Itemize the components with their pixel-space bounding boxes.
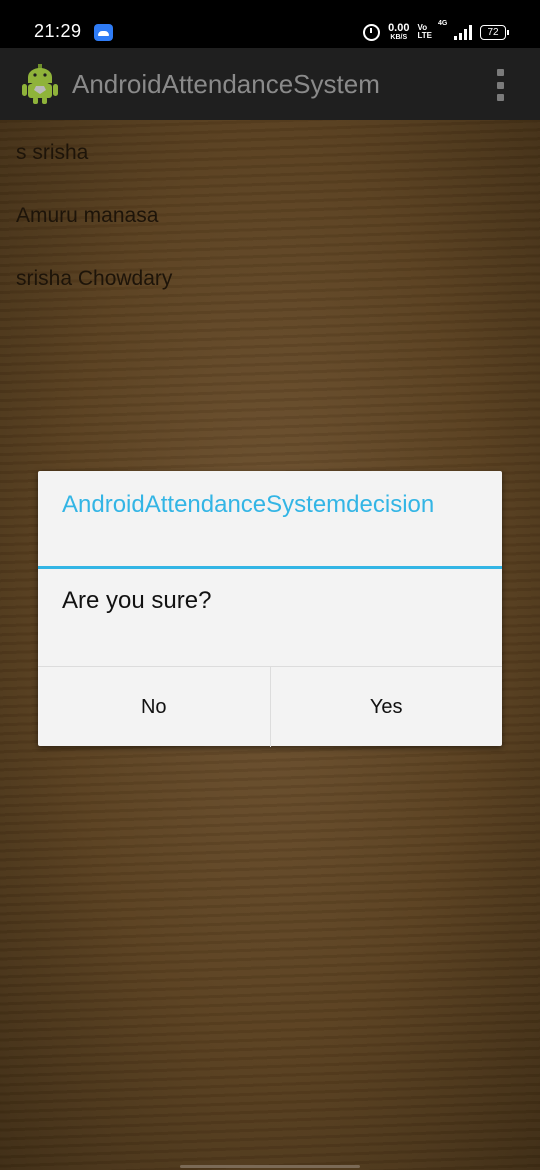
status-bar: 21:29 0.00 KB/S Vo LTE 4G 72	[0, 0, 540, 48]
gesture-handle[interactable]	[180, 1165, 360, 1168]
signal-bar	[459, 33, 462, 40]
network-type: 4G	[438, 20, 448, 27]
menu-dot	[496, 69, 504, 76]
app-notification-icon	[94, 24, 113, 41]
volte-bottom: LTE	[417, 31, 432, 40]
signal-bar	[464, 29, 467, 40]
list-item[interactable]: s srisha	[16, 141, 88, 165]
network-speed-value: 0.00	[388, 21, 410, 34]
android-robot-icon	[22, 64, 58, 104]
action-bar: AndroidAttendanceSystem	[0, 48, 540, 120]
overflow-menu-icon[interactable]	[496, 69, 504, 101]
app-title: AndroidAttendanceSystem	[72, 69, 380, 99]
signal-bar	[469, 25, 472, 40]
list-item[interactable]: Amuru manasa	[16, 204, 158, 228]
dialog-button-bar: No Yes	[38, 666, 502, 747]
alarm-icon	[363, 23, 381, 41]
battery-icon: 72	[480, 24, 509, 40]
signal-bar	[454, 36, 457, 40]
no-button[interactable]: No	[38, 667, 270, 747]
volte-indicator: Vo LTE	[417, 24, 432, 40]
dialog-divider	[38, 566, 502, 569]
status-time: 21:29	[34, 21, 82, 41]
menu-dot	[496, 94, 504, 101]
confirm-dialog: AndroidAttendanceSystemdecision Are you …	[38, 471, 502, 747]
dialog-message: Are you sure?	[62, 587, 212, 614]
yes-button[interactable]: Yes	[269, 667, 503, 747]
list-item[interactable]: srisha Chowdary	[16, 267, 172, 291]
network-speed-unit: KB/S	[390, 33, 408, 41]
dialog-title: AndroidAttendanceSystemdecision	[62, 491, 435, 518]
signal-icon: 4G	[438, 20, 472, 40]
menu-dot	[496, 81, 504, 89]
network-speed: 0.00 KB/S	[388, 21, 410, 42]
status-icons: 0.00 KB/S Vo LTE 4G 72	[363, 20, 509, 42]
